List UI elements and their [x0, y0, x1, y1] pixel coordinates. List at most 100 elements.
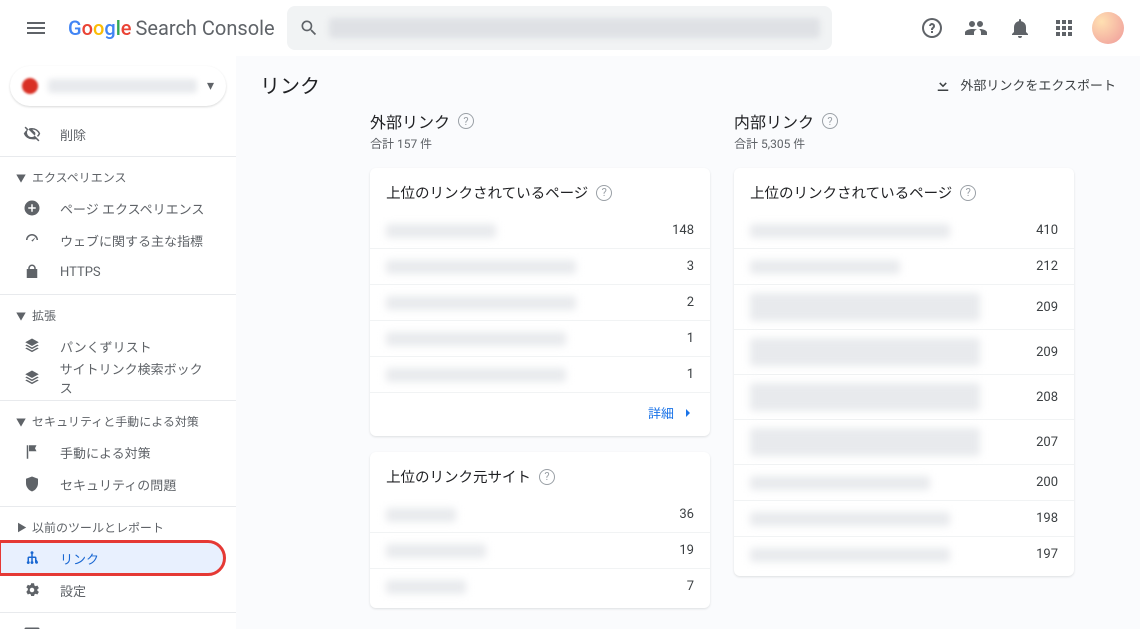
- speed-icon: [22, 231, 42, 249]
- flag-icon: [22, 443, 42, 461]
- url-redacted: [386, 296, 576, 310]
- sidebar-item-settings[interactable]: 設定: [0, 574, 224, 606]
- row-value: 7: [662, 579, 694, 594]
- table-row[interactable]: 1: [370, 356, 710, 392]
- search-query-redacted: [329, 18, 820, 38]
- row-value: 197: [1026, 547, 1058, 562]
- divider: [0, 156, 236, 157]
- layers-icon: [22, 369, 42, 387]
- sidebar-item-removals[interactable]: 削除: [0, 118, 224, 150]
- table-row[interactable]: 207: [734, 419, 1074, 464]
- table-row[interactable]: 7: [370, 568, 710, 604]
- notifications-button[interactable]: [1000, 8, 1040, 48]
- search-icon: [299, 18, 319, 38]
- help-icon[interactable]: ?: [458, 113, 474, 129]
- more-link[interactable]: 詳細: [370, 392, 710, 432]
- sidebar-item-label: リンク: [60, 549, 99, 568]
- sidebar-item-feedback[interactable]: フィードバックを送信: [0, 619, 224, 629]
- hamburger-icon: [24, 16, 48, 40]
- table-row[interactable]: 200: [734, 464, 1074, 500]
- table-row[interactable]: 209: [734, 284, 1074, 329]
- sidebar-item-label: ウェブに関する主な指標: [60, 231, 203, 250]
- sidebar-item-security-issues[interactable]: セキュリティの問題: [0, 468, 224, 500]
- property-selector[interactable]: ▾: [10, 66, 226, 106]
- table-row[interactable]: 3: [370, 248, 710, 284]
- url-redacted: [750, 548, 950, 562]
- apps-button[interactable]: [1044, 8, 1084, 48]
- layers-icon: [22, 337, 42, 355]
- plus-circle-icon: [22, 199, 42, 217]
- internal-links-column: 内部リンク ? 合計 5,305 件 上位のリンクされているページ ? 4102…: [734, 109, 1074, 576]
- sidebar-item-label: 削除: [60, 125, 86, 144]
- apps-grid-icon: [1052, 16, 1076, 40]
- help-button[interactable]: [912, 8, 952, 48]
- url-redacted: [386, 260, 576, 274]
- sidebar-section-legacy[interactable]: ▼以前のツールとレポート: [0, 513, 236, 542]
- users-icon: [964, 16, 988, 40]
- row-value: 19: [662, 543, 694, 558]
- table-row[interactable]: 208: [734, 374, 1074, 419]
- download-icon: [934, 76, 952, 94]
- sidebar-item-manual-actions[interactable]: 手動による対策: [0, 436, 224, 468]
- account-avatar[interactable]: [1092, 12, 1124, 44]
- main-menu-button[interactable]: [16, 8, 56, 48]
- sidebar-item-label: フィードバックを送信: [60, 626, 190, 629]
- url-redacted: [750, 428, 980, 456]
- card-title: 上位のリンクされているページ: [386, 182, 588, 203]
- table-row[interactable]: 209: [734, 329, 1074, 374]
- sidebar-item-label: HTTPS: [60, 265, 101, 280]
- sidebar-item-label: 設定: [60, 581, 86, 600]
- sidebar-item-breadcrumbs[interactable]: パンくずリスト: [0, 330, 224, 362]
- help-icon[interactable]: ?: [596, 185, 612, 201]
- content-scroll[interactable]: 外部リンク ? 合計 157 件 上位のリンクされているページ ? 148321…: [236, 109, 1140, 629]
- table-row[interactable]: 1: [370, 320, 710, 356]
- sidebar-item-https[interactable]: HTTPS: [0, 256, 224, 288]
- sidebar-section-security[interactable]: ▼セキュリティと手動による対策: [0, 407, 236, 436]
- table-row[interactable]: 197: [734, 536, 1074, 572]
- help-icon[interactable]: ?: [822, 113, 838, 129]
- url-redacted: [386, 368, 566, 382]
- row-value: 200: [1026, 475, 1058, 490]
- chevron-down-icon: ▾: [207, 78, 214, 94]
- url-redacted: [750, 293, 980, 321]
- row-value: 209: [1026, 345, 1058, 360]
- table-row[interactable]: 2: [370, 284, 710, 320]
- card-title: 上位のリンク元サイト: [386, 466, 531, 487]
- export-external-links-button[interactable]: 外部リンクをエクスポート: [934, 75, 1116, 94]
- visibility-off-icon: [22, 125, 42, 143]
- table-row[interactable]: 148: [370, 213, 710, 248]
- row-value: 36: [662, 507, 694, 522]
- sidebar-item-label: サイトリンク検索ボックス: [60, 359, 212, 397]
- row-value: 208: [1026, 390, 1058, 405]
- help-icon[interactable]: ?: [539, 469, 555, 485]
- search-input[interactable]: [287, 6, 832, 50]
- sidebar-item-label: 手動による対策: [60, 443, 151, 462]
- table-row[interactable]: 410: [734, 213, 1074, 248]
- row-value: 198: [1026, 511, 1058, 526]
- product-logo[interactable]: Google Search Console: [68, 16, 275, 40]
- users-button[interactable]: [956, 8, 996, 48]
- sidebar-item-links[interactable]: リンク: [0, 542, 224, 574]
- shield-icon: [22, 475, 42, 493]
- row-value: 1: [662, 367, 694, 382]
- link-graph-icon: [22, 549, 42, 567]
- url-redacted: [750, 338, 980, 366]
- app-header: Google Search Console: [0, 0, 1140, 56]
- internal-total: 合計 5,305 件: [734, 135, 1074, 152]
- help-icon[interactable]: ?: [960, 185, 976, 201]
- sidebar-item-page-experience[interactable]: ページ エクスペリエンス: [0, 192, 224, 224]
- table-row[interactable]: 36: [370, 497, 710, 532]
- help-icon: [920, 16, 944, 40]
- table-row[interactable]: 19: [370, 532, 710, 568]
- search-container: [287, 6, 900, 50]
- table-row[interactable]: 198: [734, 500, 1074, 536]
- sidebar-item-core-web-vitals[interactable]: ウェブに関する主な指標: [0, 224, 224, 256]
- url-redacted: [750, 224, 950, 238]
- sidebar-section-enhancements[interactable]: ▼拡張: [0, 301, 236, 330]
- sidebar-item-sitelinks-searchbox[interactable]: サイトリンク検索ボックス: [0, 362, 224, 394]
- url-redacted: [750, 476, 930, 490]
- sidebar-section-experience[interactable]: ▼エクスペリエンス: [0, 163, 236, 192]
- url-redacted: [750, 512, 950, 526]
- divider: [0, 506, 236, 507]
- table-row[interactable]: 212: [734, 248, 1074, 284]
